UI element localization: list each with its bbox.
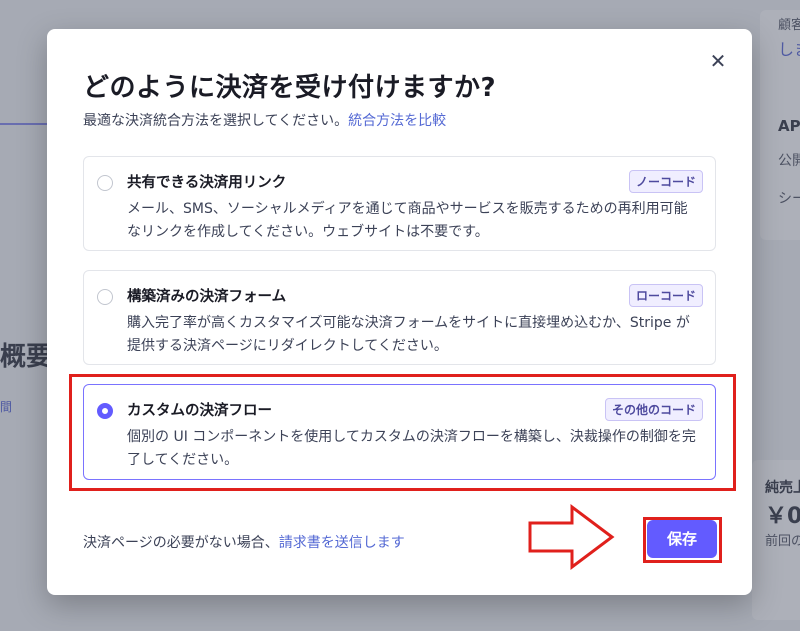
radio-payment-link[interactable]: [97, 175, 113, 191]
subtitle-text: 最適な決済統合方法を選択してください。: [83, 113, 349, 129]
annotation-save-highlight: [643, 517, 722, 563]
option-prebuilt-form[interactable]: 構築済みの決済フォーム ローコード 購入完了率が高くカスタマイズ可能な決済フォー…: [83, 270, 716, 365]
compare-integrations-link[interactable]: 統合方法を比較: [348, 113, 446, 129]
option-description: 購入完了率が高くカスタマイズ可能な決済フォームをサイトに直接埋め込むか、Stri…: [127, 315, 690, 354]
footer-text: 決済ページの必要がない場合、: [83, 535, 279, 551]
dialog-footer-text: 決済ページの必要がない場合、請求書を送信します: [83, 532, 405, 552]
payment-method-dialog: ✕ どのように決済を受け付けますか? 最適な決済統合方法を選択してください。統合…: [47, 29, 752, 595]
radio-prebuilt-form[interactable]: [97, 289, 113, 305]
option-description: メール、SMS、ソーシャルメディアを通じて商品やサービスを販売するための再利用可…: [127, 201, 688, 240]
annotation-arrow-icon: [528, 504, 615, 570]
option-badge: ローコード: [628, 284, 703, 307]
close-icon[interactable]: ✕: [708, 51, 728, 71]
annotation-highlight-box: [69, 374, 736, 491]
dialog-subtitle: 最適な決済統合方法を選択してください。統合方法を比較: [83, 110, 446, 130]
option-title: 共有できる決済用リンク: [127, 175, 287, 191]
send-invoice-link[interactable]: 請求書を送信します: [279, 535, 405, 551]
dialog-title: どのように決済を受け付けますか?: [83, 73, 497, 103]
option-title: 構築済みの決済フォーム: [127, 289, 287, 305]
option-payment-link[interactable]: 共有できる決済用リンク ノーコード メール、SMS、ソーシャルメディアを通じて商…: [83, 156, 716, 251]
option-badge: ノーコード: [628, 170, 703, 193]
